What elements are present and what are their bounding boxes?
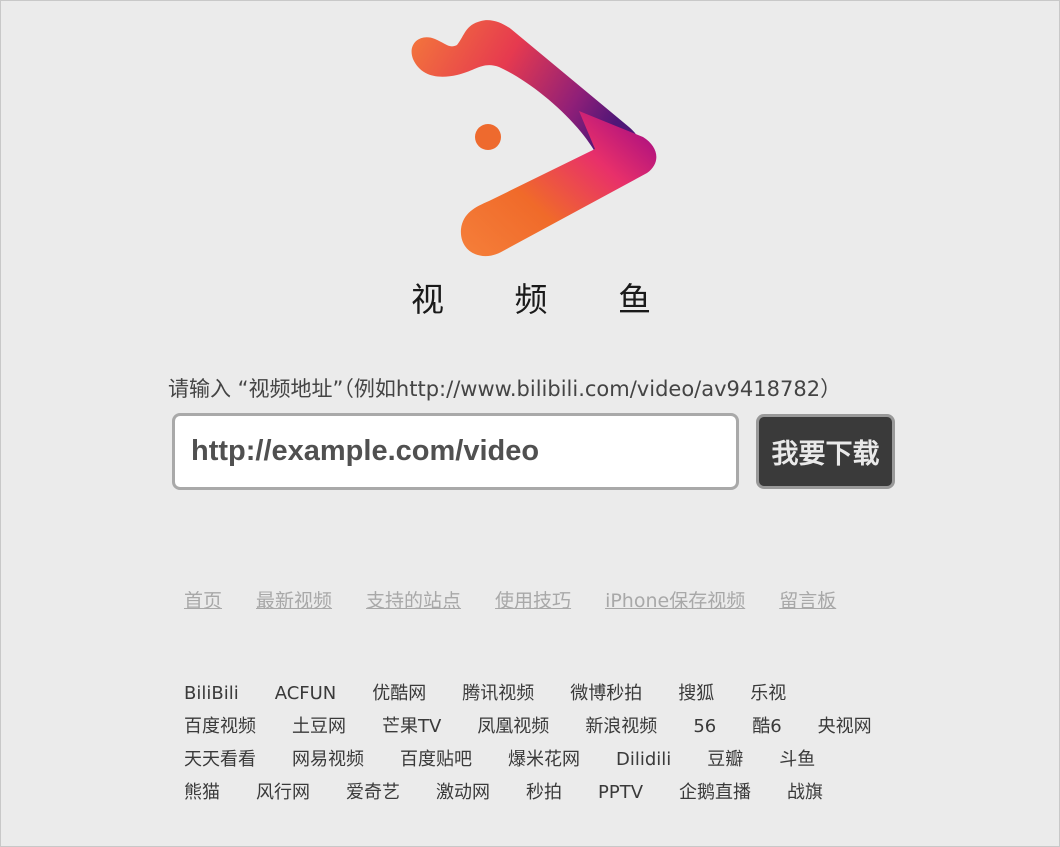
site-item: 熊猫 <box>184 782 220 803</box>
site-item: 百度视频 <box>184 716 256 737</box>
url-input[interactable] <box>172 413 739 490</box>
nav-supported-sites-link[interactable]: 支持的站点 <box>366 590 461 612</box>
site-item: 爆米花网 <box>508 749 580 770</box>
nav-guestbook-link[interactable]: 留言板 <box>779 590 836 612</box>
site-item: 新浪视频 <box>585 716 658 737</box>
site-item: Dilidili <box>616 749 672 770</box>
site-item: 微博秒拍 <box>570 683 643 704</box>
site-item: 芒果TV <box>382 716 442 737</box>
site-item: 凤凰视频 <box>477 716 550 737</box>
site-item: 腾讯视频 <box>462 683 535 704</box>
site-item: 斗鱼 <box>779 749 816 770</box>
nav-links: 首页 最新视频 支持的站点 使用技巧 iPhone保存视频 留言板 <box>184 586 870 613</box>
site-item: ACFUN <box>274 683 337 704</box>
nav-iphone-save-link[interactable]: iPhone保存视频 <box>605 590 745 612</box>
nav-home-link[interactable]: 首页 <box>184 590 222 612</box>
site-item: 网易视频 <box>292 749 364 770</box>
nav-latest-videos-link[interactable]: 最新视频 <box>256 590 332 612</box>
site-item: 激动网 <box>436 782 490 803</box>
site-item: 酷6 <box>752 716 782 737</box>
site-item: 爱奇艺 <box>346 782 400 803</box>
site-item: 土豆网 <box>292 716 346 737</box>
site-item: 乐视 <box>750 683 787 704</box>
site-item: 企鹅直播 <box>679 782 752 803</box>
site-title: 视 频 鱼 <box>411 280 681 319</box>
site-item: 央视网 <box>817 716 872 737</box>
site-item: BiliBili <box>184 683 239 704</box>
site-item: 风行网 <box>256 782 310 803</box>
nav-tips-link[interactable]: 使用技巧 <box>495 590 571 612</box>
site-item: 天天看看 <box>184 749 256 770</box>
site-item: 秒拍 <box>526 782 562 803</box>
site-item: PPTV <box>598 782 644 803</box>
site-item: 豆瓣 <box>707 749 744 770</box>
site-item: 优酷网 <box>372 683 427 704</box>
site-item: 百度贴吧 <box>400 749 472 770</box>
site-item: 56 <box>693 716 717 737</box>
url-hint: 请输入 “视频地址”（例如http://www.bilibili.com/vid… <box>168 377 842 401</box>
supported-sites-list: BiliBili ACFUN 优酷网 腾讯视频 微博秒拍 搜狐 乐视百度视频 土豆网 芒果TV 凤… <box>184 677 914 809</box>
site-item: 战旗 <box>787 782 824 803</box>
site-item: 搜狐 <box>678 683 715 704</box>
video-fish-logo <box>411 20 657 257</box>
download-button[interactable]: 我要下载 <box>756 414 895 489</box>
